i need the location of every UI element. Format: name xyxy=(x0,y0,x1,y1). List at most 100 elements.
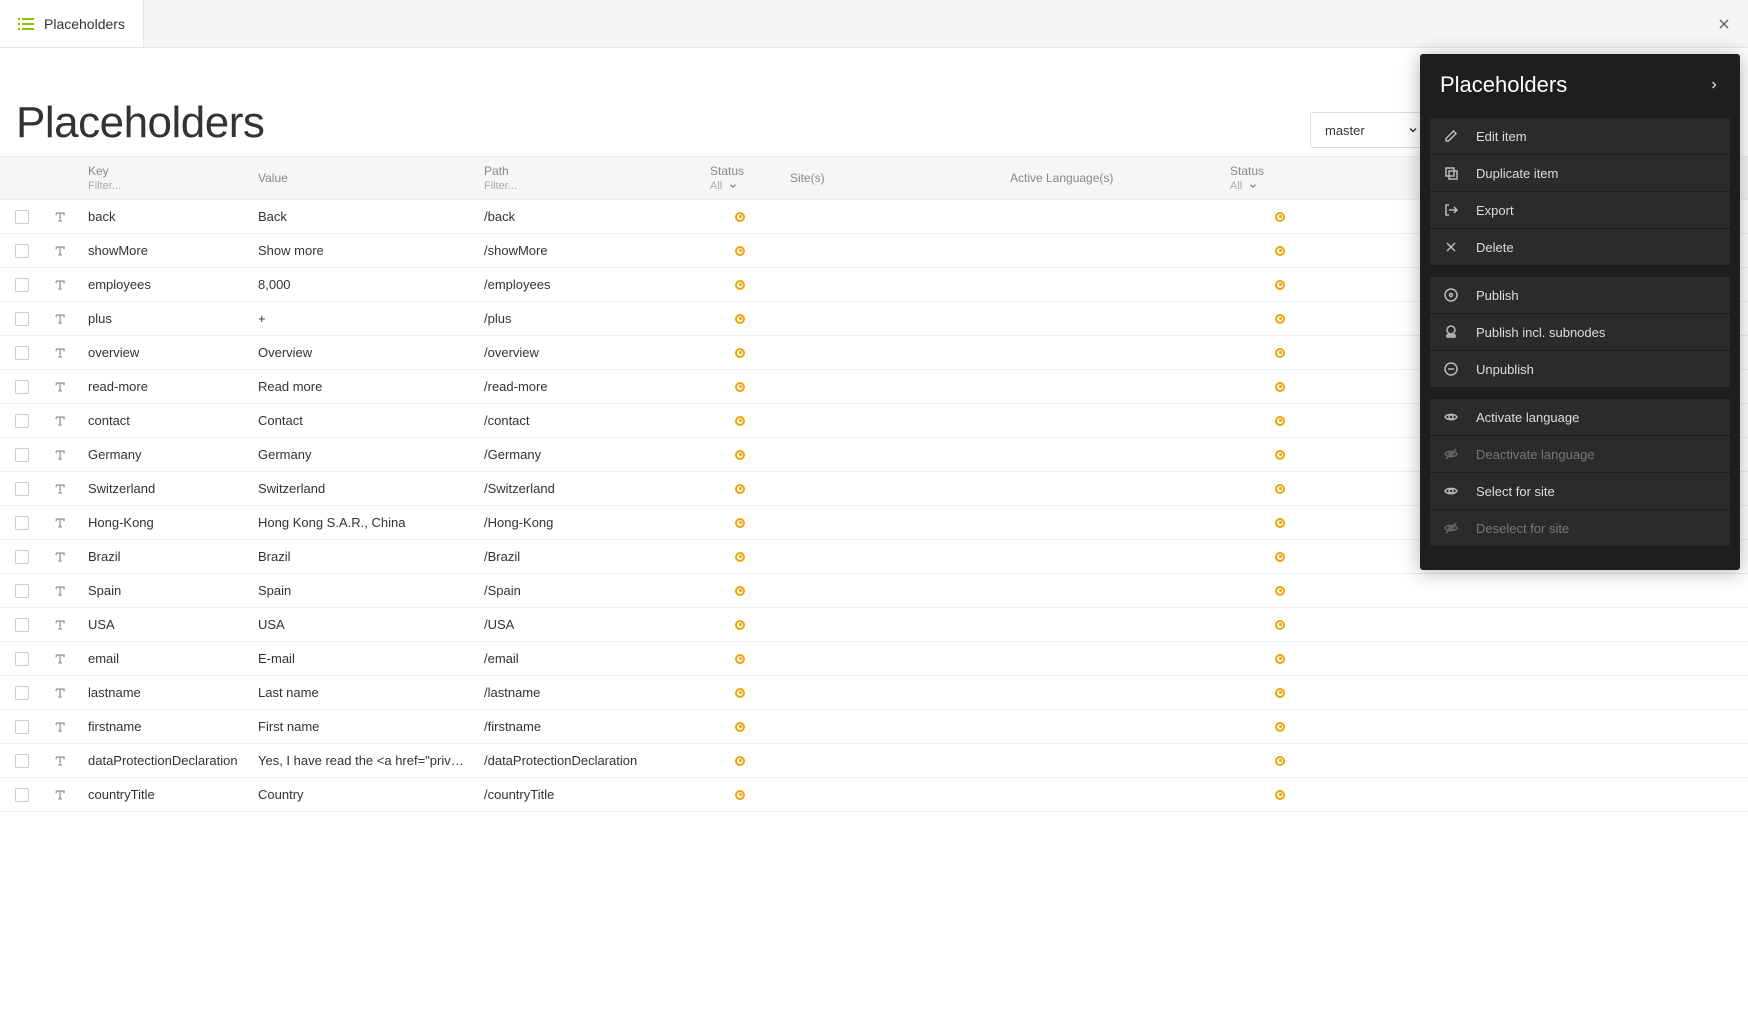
row-value: Last name xyxy=(248,676,474,710)
row-status xyxy=(700,348,780,358)
row-path: /back xyxy=(474,200,700,234)
row-checkbox[interactable] xyxy=(15,482,29,496)
row-status xyxy=(700,212,780,222)
action-group: Publish Publish incl. subnodes Unpublish xyxy=(1420,277,1740,387)
row-checkbox[interactable] xyxy=(15,210,29,224)
action-export[interactable]: Export xyxy=(1430,192,1730,228)
row-checkbox[interactable] xyxy=(15,278,29,292)
row-status xyxy=(700,654,780,664)
row-checkbox[interactable] xyxy=(15,550,29,564)
row-value: Country xyxy=(248,778,474,812)
row-path: /overview xyxy=(474,336,700,370)
row-status xyxy=(700,280,780,290)
publish-sub-icon xyxy=(1442,324,1460,340)
action-eye[interactable]: Select for site xyxy=(1430,473,1730,509)
action-unpublish[interactable]: Unpublish xyxy=(1430,351,1730,387)
row-type-cell xyxy=(44,346,78,360)
table-row[interactable]: countryTitleCountry/countryTitle xyxy=(0,778,1748,812)
text-type-icon xyxy=(54,380,68,394)
row-path: /dataProtectionDeclaration xyxy=(474,744,700,778)
row-status xyxy=(700,586,780,596)
row-key: firstname xyxy=(78,710,248,744)
action-edit[interactable]: Edit item xyxy=(1430,118,1730,154)
row-key: Germany xyxy=(78,438,248,472)
action-eye[interactable]: Activate language xyxy=(1430,399,1730,435)
row-status-2 xyxy=(1220,484,1340,494)
col-status-2[interactable]: Status All xyxy=(1220,157,1340,199)
table-row[interactable]: SpainSpain/Spain xyxy=(0,574,1748,608)
row-checkbox-cell xyxy=(0,652,44,666)
row-path: /read-more xyxy=(474,370,700,404)
action-label: Deselect for site xyxy=(1476,521,1569,536)
col-path[interactable]: Path Filter... xyxy=(474,157,700,199)
status-dot-icon xyxy=(735,688,745,698)
row-checkbox-cell xyxy=(0,346,44,360)
row-checkbox-cell xyxy=(0,550,44,564)
status-dot-icon xyxy=(735,620,745,630)
row-checkbox-cell xyxy=(0,380,44,394)
action-eye-off: Deactivate language xyxy=(1430,436,1730,472)
status-dot-icon xyxy=(1275,348,1285,358)
row-checkbox[interactable] xyxy=(15,244,29,258)
row-type-cell xyxy=(44,686,78,700)
action-label: Export xyxy=(1476,203,1514,218)
status-dot-icon xyxy=(1275,586,1285,596)
status-dot-icon xyxy=(735,586,745,596)
status-dot-icon xyxy=(735,552,745,562)
row-status-2 xyxy=(1220,586,1340,596)
text-type-icon xyxy=(54,482,68,496)
text-type-icon xyxy=(54,448,68,462)
col-value[interactable]: Value xyxy=(248,157,474,199)
action-duplicate[interactable]: Duplicate item xyxy=(1430,155,1730,191)
table-row[interactable]: lastnameLast name/lastname xyxy=(0,676,1748,710)
chevron-right-icon xyxy=(1708,79,1720,91)
row-checkbox[interactable] xyxy=(15,448,29,462)
row-checkbox[interactable] xyxy=(15,788,29,802)
col-status[interactable]: Status All xyxy=(700,157,780,199)
table-row[interactable]: USAUSA/USA xyxy=(0,608,1748,642)
row-checkbox[interactable] xyxy=(15,754,29,768)
row-checkbox[interactable] xyxy=(15,618,29,632)
table-row[interactable]: firstnameFirst name/firstname xyxy=(0,710,1748,744)
action-delete[interactable]: Delete xyxy=(1430,229,1730,265)
row-type-cell xyxy=(44,788,78,802)
row-checkbox[interactable] xyxy=(15,312,29,326)
branch-select[interactable]: master xyxy=(1310,112,1430,148)
close-button[interactable] xyxy=(1700,0,1748,47)
row-checkbox-cell xyxy=(0,516,44,530)
status-dot-icon xyxy=(1275,484,1285,494)
col-sites-label: Site(s) xyxy=(790,171,990,185)
action-publish[interactable]: Publish xyxy=(1430,277,1730,313)
row-status-2 xyxy=(1220,416,1340,426)
action-publish-sub[interactable]: Publish incl. subnodes xyxy=(1430,314,1730,350)
col-key[interactable]: Key Filter... xyxy=(78,157,248,199)
tab-placeholders[interactable]: Placeholders xyxy=(0,0,144,47)
col-status2-label: Status xyxy=(1230,164,1330,178)
row-checkbox[interactable] xyxy=(15,516,29,530)
row-key: Switzerland xyxy=(78,472,248,506)
row-key: dataProtectionDeclaration xyxy=(78,744,248,778)
row-checkbox[interactable] xyxy=(15,652,29,666)
row-checkbox[interactable] xyxy=(15,414,29,428)
row-checkbox[interactable] xyxy=(15,380,29,394)
table-row[interactable]: emailE-mail/email xyxy=(0,642,1748,676)
action-label: Edit item xyxy=(1476,129,1527,144)
panel-header[interactable]: Placeholders xyxy=(1420,54,1740,118)
row-checkbox[interactable] xyxy=(15,720,29,734)
publish-icon xyxy=(1442,287,1460,303)
row-checkbox[interactable] xyxy=(15,584,29,598)
action-label: Activate language xyxy=(1476,410,1579,425)
col-sites[interactable]: Site(s) xyxy=(780,157,1000,199)
action-label: Publish incl. subnodes xyxy=(1476,325,1605,340)
eye-icon xyxy=(1442,409,1460,425)
row-checkbox[interactable] xyxy=(15,346,29,360)
status-dot-icon xyxy=(735,450,745,460)
col-value-label: Value xyxy=(258,171,464,185)
col-languages[interactable]: Active Language(s) xyxy=(1000,157,1220,199)
table-row[interactable]: dataProtectionDeclarationYes, I have rea… xyxy=(0,744,1748,778)
status-dot-icon xyxy=(1275,722,1285,732)
action-label: Publish xyxy=(1476,288,1519,303)
row-type-cell xyxy=(44,652,78,666)
row-checkbox[interactable] xyxy=(15,686,29,700)
row-type-cell xyxy=(44,482,78,496)
